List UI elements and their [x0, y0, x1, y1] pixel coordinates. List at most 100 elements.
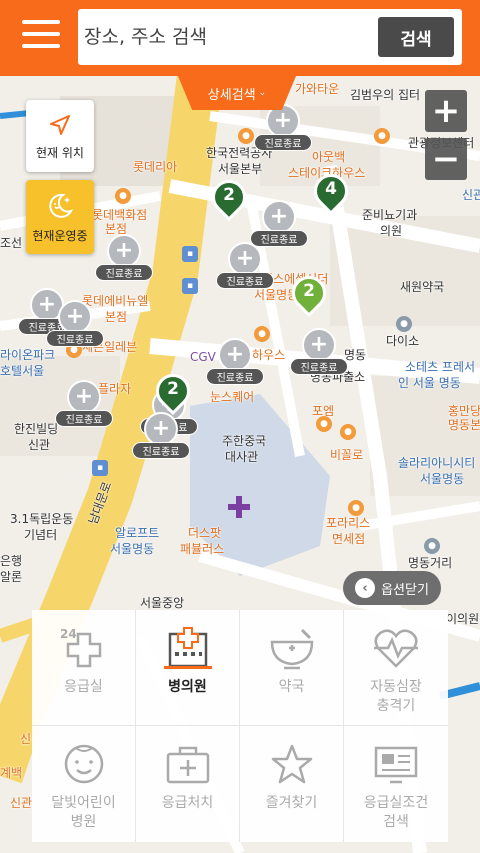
map-label: 비꼴로 — [330, 448, 364, 462]
closed-clinic-marker[interactable]: 진료종료 — [250, 200, 310, 248]
star-icon — [271, 744, 312, 784]
map-label: 새원약국 — [400, 280, 445, 294]
map-label: 라이온파크 — [0, 348, 56, 362]
chevron-down-icon: ⌄ — [258, 88, 267, 98]
quick-menu-panel: 24 응급실 병의원 약국 자동심장 충격기 달빛어린이 병원 응급처치 즐겨찾… — [32, 610, 448, 842]
map-label: 소테츠 프레서 — [405, 360, 476, 374]
map-label: 인 서울 명동 — [398, 376, 461, 390]
landmark-icon[interactable]: ● — [424, 538, 440, 554]
search-box: 검색 — [78, 9, 462, 65]
zoom-out-button[interactable]: − — [425, 138, 467, 180]
shopping-icon[interactable]: ● — [348, 500, 364, 516]
closed-label: 진료종료 — [206, 368, 264, 385]
map-label: 대사관 — [225, 450, 259, 464]
detail-search-tab[interactable]: 상세검색 ⌄ — [178, 76, 296, 110]
map-label: 서울명동 — [420, 472, 465, 486]
svg-text:24: 24 — [60, 627, 77, 641]
map-label: 주한중국 — [222, 434, 267, 448]
menu-first-aid[interactable]: 응급처치 — [136, 726, 240, 842]
cluster-marker[interactable]: 4 — [306, 166, 356, 218]
child-face-icon — [64, 744, 103, 784]
menu-icon[interactable] — [22, 20, 62, 50]
closed-clinic-marker[interactable]: 진료종료 — [132, 412, 192, 460]
map-label: 명동본 — [448, 418, 480, 432]
emergency-24-icon: 24 — [60, 627, 101, 668]
map-label: 기념터 — [24, 528, 58, 542]
cluster-marker[interactable]: 2 — [284, 268, 334, 320]
search-input[interactable] — [84, 17, 364, 57]
bus-stop-icon[interactable]: ▪ — [182, 246, 198, 262]
closed-label: 진료종료 — [290, 358, 348, 375]
closed-clinic-marker[interactable]: 진료종료 — [216, 242, 276, 290]
closed-label: 진료종료 — [132, 442, 190, 459]
map-label: 계백 — [0, 766, 23, 780]
navigation-arrow-icon — [50, 114, 70, 135]
shop-icon[interactable]: ● — [396, 316, 412, 332]
menu-child-hospital[interactable]: 달빛어린이 병원 — [32, 726, 136, 842]
options-close-button[interactable]: ‹ 옵션닫기 — [343, 571, 441, 605]
map-label: 준비뇨기과 — [362, 208, 418, 222]
map-label: 더스팟 — [188, 526, 222, 540]
map-label: 알로프트 — [115, 526, 160, 540]
bus-stop-icon[interactable]: ▪ — [182, 278, 198, 294]
chevron-left-icon: ‹ — [355, 578, 376, 598]
map-label: 패뷸러스 — [180, 542, 225, 556]
closed-label: 진료종료 — [95, 264, 153, 281]
shopping-icon[interactable]: ● — [115, 188, 131, 204]
map-label: 롯데백화점 — [92, 208, 148, 222]
cluster-count: 4 — [325, 179, 337, 199]
closed-clinic-marker[interactable]: 진료종료 — [290, 328, 350, 376]
map-label: 서울중앙 — [140, 596, 185, 610]
map-label: 명동거리 — [408, 556, 453, 570]
cluster-marker[interactable]: 2 — [148, 366, 198, 418]
open-now-button[interactable]: 현재운영중 — [26, 180, 94, 254]
map-label: 한진빌딩 — [14, 422, 59, 436]
closed-clinic-marker[interactable]: 진료종료 — [95, 234, 155, 282]
restaurant-icon[interactable]: ● — [340, 424, 356, 440]
menu-label: 자동심장 충격기 — [370, 679, 422, 714]
map-label: 면세점 — [332, 532, 366, 546]
closed-label: 진료종료 — [254, 134, 312, 151]
defibrillator-heart-icon — [374, 629, 418, 668]
menu-emergency-room[interactable]: 24 응급실 — [32, 610, 136, 726]
building-icon[interactable]: ● — [238, 128, 254, 144]
menu-pharmacy[interactable]: 약국 — [240, 610, 344, 726]
landmark-icon[interactable]: ● — [374, 128, 390, 144]
closed-clinic-marker[interactable]: 진료종료 — [254, 104, 314, 152]
cluster-marker[interactable]: 2 — [204, 172, 254, 224]
map-label: 포라리스 — [326, 516, 371, 530]
menu-label: 약국 — [278, 679, 305, 695]
map-label: 신관 — [10, 796, 33, 810]
map-label: 신관 — [28, 438, 51, 452]
moon-face-icon — [49, 193, 74, 218]
bus-stop-icon[interactable]: ▪ — [92, 460, 108, 476]
hospital-icon — [163, 627, 212, 669]
options-close-label: 옵션닫기 — [381, 582, 429, 598]
menu-hospital[interactable]: 병의원 — [136, 610, 240, 726]
map-label: 호텔서울 — [0, 364, 45, 378]
map-label: 조선 — [0, 236, 23, 250]
map-label: 은행 — [0, 554, 23, 568]
map-label: 이의원 — [446, 612, 480, 626]
closed-clinic-marker[interactable]: 진료종료 — [55, 380, 115, 428]
menu-aed[interactable]: 자동심장 충격기 — [344, 610, 448, 726]
current-location-button[interactable]: 현재 위치 — [26, 100, 94, 172]
restaurant-icon[interactable]: ● — [316, 416, 332, 432]
plus-icon: + — [431, 91, 461, 131]
closed-clinic-marker[interactable]: 진료종료 — [46, 300, 106, 348]
monitor-icon — [374, 746, 418, 784]
map-label: 가와타운 — [295, 82, 340, 96]
map-label: 서울본부 — [218, 162, 263, 176]
search-button[interactable]: 검색 — [378, 17, 454, 57]
map-label: 의원 — [380, 224, 403, 238]
closed-label: 진료종료 — [216, 272, 274, 289]
zoom-in-button[interactable]: + — [425, 90, 467, 132]
menu-er-condition-search[interactable]: 응급실조건 검색 — [344, 726, 448, 842]
cluster-count: 2 — [303, 281, 315, 301]
cluster-count: 2 — [167, 379, 179, 399]
closed-clinic-marker[interactable]: 진료종료 — [206, 338, 266, 386]
detail-search-label: 상세검색 — [207, 87, 256, 103]
menu-favorites[interactable]: 즐겨찾기 — [240, 726, 344, 842]
cluster-count: 2 — [223, 185, 235, 205]
map-label: 본점 — [105, 310, 128, 324]
